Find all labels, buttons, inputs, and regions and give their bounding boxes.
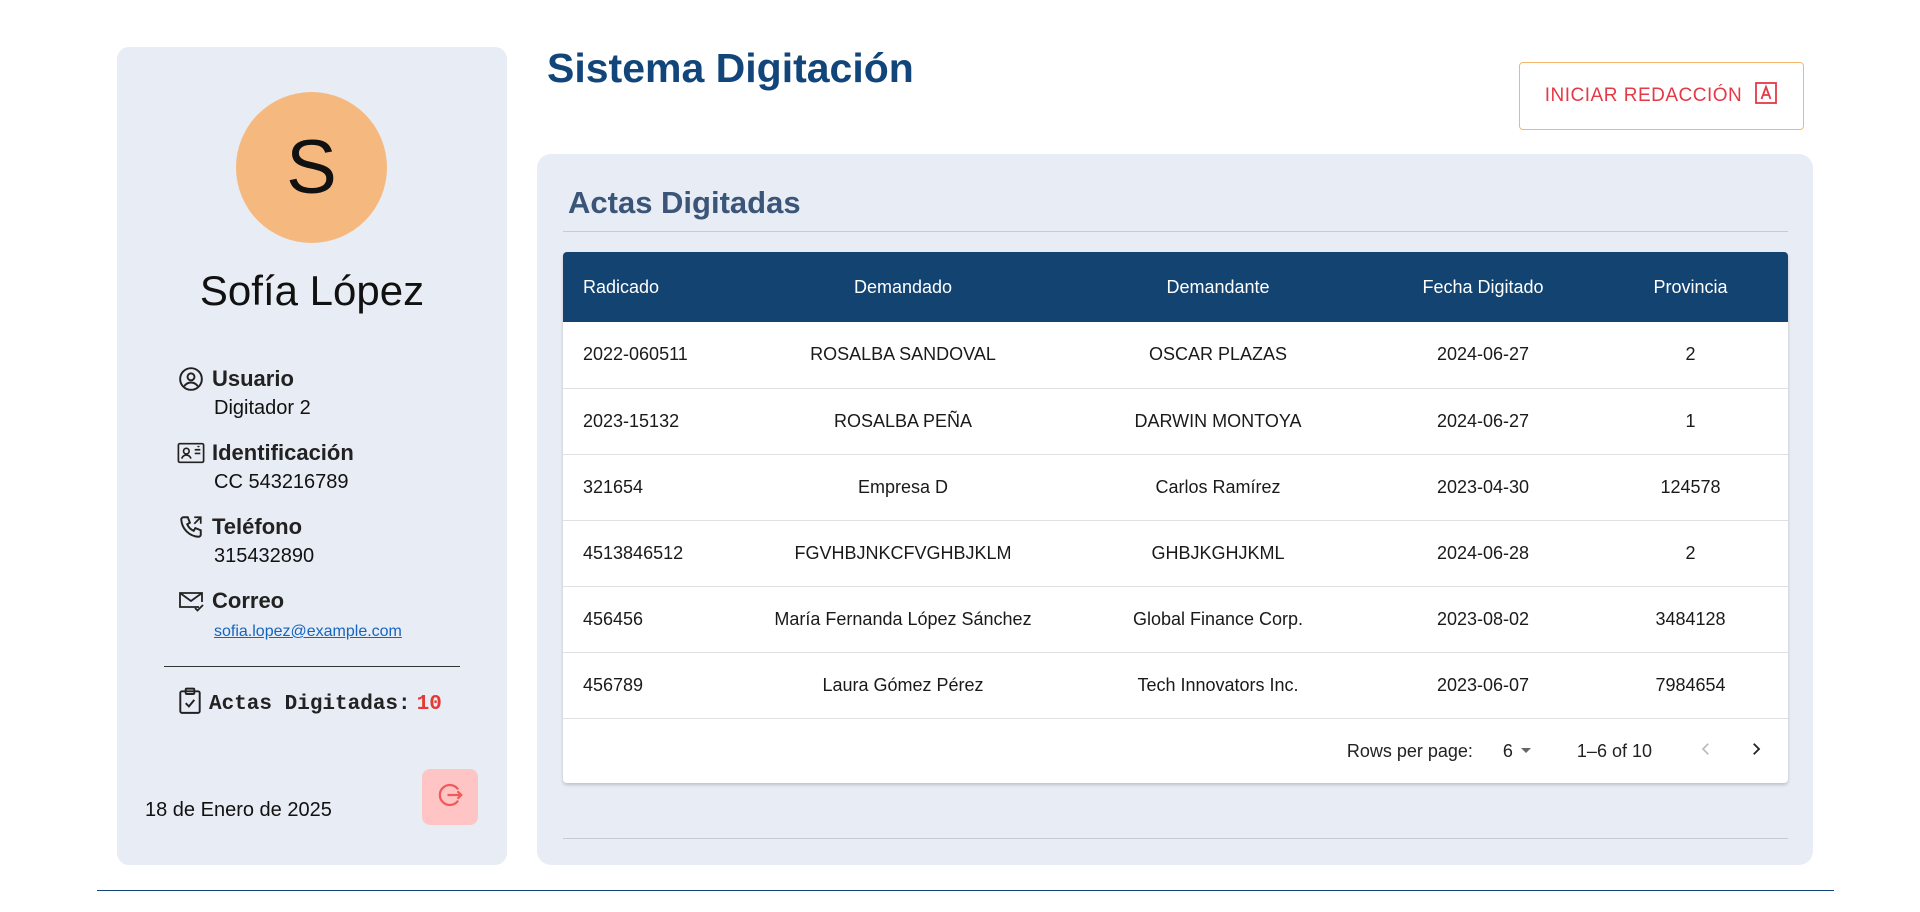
cell-provincia: 2: [1685, 344, 1696, 365]
email-link[interactable]: sofia.lopez@example.com: [214, 623, 477, 641]
cell-radicado: 321654: [583, 476, 644, 497]
table-row[interactable]: 4513846512 FGVHBJNKCFVGHBJKLM GHBJKGHJKM…: [563, 520, 1788, 586]
logout-button[interactable]: [422, 769, 478, 825]
info-usuario: Usuario Digitador 2: [177, 365, 477, 420]
caret-down-icon: [1519, 741, 1533, 762]
column-header-demandado[interactable]: Demandado: [743, 252, 1063, 322]
previous-page-button[interactable]: [1688, 733, 1724, 769]
user-name: Sofía López: [199, 267, 425, 314]
profile-card: S Sofía López Usuario Digitador 2 Identi…: [117, 47, 507, 865]
chevron-right-icon: [1747, 740, 1765, 763]
info-telefono: Teléfono 315432890: [177, 513, 477, 568]
chevron-left-icon: [1697, 740, 1715, 763]
cell-demandante: Tech Innovators Inc.: [1137, 674, 1299, 695]
cell-demandante: DARWIN MONTOYA: [1134, 410, 1302, 431]
logout-icon: [435, 780, 465, 815]
cell-demandado: María Fernanda López Sánchez: [774, 608, 1032, 629]
actas-panel: Actas Digitadas Radicado Demandado Deman…: [537, 154, 1813, 865]
letter-a-box-icon: [1754, 81, 1778, 111]
clipboard-check-icon: [177, 687, 203, 722]
telefono-label: Teléfono: [212, 514, 303, 539]
profile-divider: [164, 666, 460, 667]
info-identificacion: Identificación CC 543216789: [177, 439, 477, 494]
rows-per-page-value: 6: [1502, 740, 1513, 761]
cell-fecha: 2024-06-28: [1436, 542, 1530, 563]
cell-fecha: 2024-06-27: [1436, 410, 1530, 431]
correo-label: Correo: [212, 588, 285, 613]
next-page-button[interactable]: [1738, 733, 1774, 769]
cell-fecha: 2024-06-27: [1436, 344, 1530, 365]
column-header-fecha[interactable]: Fecha Digitado: [1373, 252, 1593, 322]
cell-provincia: 1: [1685, 410, 1696, 431]
telefono-value: 315432890: [214, 545, 315, 567]
table-row[interactable]: 2022-060511 ROSALBA SANDOVAL OSCAR PLAZA…: [563, 322, 1788, 388]
cell-provincia: 124578: [1660, 476, 1721, 497]
cell-radicado: 456456: [583, 608, 644, 629]
table-pagination: Rows per page: 6 1–6 of 10: [563, 719, 1788, 783]
actas-label: Actas Digitadas:: [209, 693, 411, 716]
pagination-range: 1–6 of 10: [1576, 740, 1652, 761]
cell-demandante: Global Finance Corp.: [1132, 608, 1304, 629]
table-row[interactable]: 456456 María Fernanda López Sánchez Glob…: [563, 586, 1788, 652]
cell-demandado: Laura Gómez Pérez: [822, 674, 984, 695]
cell-provincia: 7984654: [1655, 674, 1726, 695]
cell-provincia: 3484128: [1655, 608, 1726, 629]
column-header-radicado[interactable]: Radicado: [563, 252, 743, 322]
start-redaction-label: INICIAR REDACCIÓN: [1544, 85, 1743, 106]
cell-fecha: 2023-04-30: [1436, 476, 1530, 497]
phone-icon: [177, 513, 205, 541]
cell-fecha: 2023-06-07: [1436, 674, 1530, 695]
usuario-value: Digitador 2: [214, 397, 311, 419]
table-row[interactable]: 456789 Laura Gómez Pérez Tech Innovators…: [563, 652, 1788, 718]
identificacion-label: Identificación: [212, 440, 354, 465]
footer-divider: [97, 890, 1834, 891]
cell-provincia: 2: [1685, 542, 1696, 563]
user-circle-icon: [177, 365, 205, 393]
mail-icon: [177, 587, 205, 615]
identificacion-value: CC 543216789: [214, 471, 349, 493]
column-header-demandante[interactable]: Demandante: [1063, 252, 1373, 322]
actas-table: Radicado Demandado Demandante Fecha Digi…: [563, 252, 1788, 719]
cell-demandado: Empresa D: [857, 476, 949, 497]
table-row[interactable]: 2023-15132 ROSALBA PEÑA DARWIN MONTOYA 2…: [563, 388, 1788, 454]
actas-table-container: Radicado Demandado Demandante Fecha Digi…: [563, 252, 1788, 783]
rows-per-page-label: Rows per page:: [1346, 740, 1473, 761]
column-header-provincia[interactable]: Provincia: [1593, 252, 1788, 322]
cell-radicado: 2023-15132: [583, 410, 680, 431]
info-correo: Correo sofia.lopez@example.com: [177, 587, 477, 641]
cell-demandante: GHBJKGHJKML: [1151, 542, 1285, 563]
cell-radicado: 4513846512: [583, 542, 684, 563]
avatar: S: [236, 92, 387, 243]
rows-per-page-select[interactable]: 6: [1503, 741, 1533, 762]
cell-radicado: 456789: [583, 674, 644, 695]
id-card-icon: [177, 439, 205, 467]
panel-divider-top: [563, 231, 1788, 232]
table-row[interactable]: 321654 Empresa D Carlos Ramírez 2023-04-…: [563, 454, 1788, 520]
cell-demandado: ROSALBA PEÑA: [833, 410, 973, 431]
app-root: S Sofía López Usuario Digitador 2 Identi…: [0, 0, 1920, 912]
cell-demandante: OSCAR PLAZAS: [1148, 344, 1288, 365]
current-date: 18 de Enero de 2025: [145, 799, 332, 821]
panel-title: Actas Digitadas: [568, 185, 801, 220]
panel-divider-bottom: [563, 838, 1788, 839]
actas-count: 10: [416, 693, 442, 716]
actas-count-summary: Actas Digitadas: 10: [177, 687, 442, 722]
cell-fecha: 2023-08-02: [1436, 608, 1530, 629]
usuario-label: Usuario: [212, 366, 294, 391]
start-redaction-button[interactable]: INICIAR REDACCIÓN: [1519, 62, 1804, 130]
cell-demandado: FGVHBJNKCFVGHBJKLM: [794, 542, 1012, 563]
page-title: Sistema Digitación: [547, 45, 914, 91]
table-header-row: Radicado Demandado Demandante Fecha Digi…: [563, 252, 1788, 322]
cell-radicado: 2022-060511: [583, 344, 688, 365]
cell-demandado: ROSALBA SANDOVAL: [810, 344, 996, 365]
cell-demandante: Carlos Ramírez: [1155, 476, 1281, 497]
